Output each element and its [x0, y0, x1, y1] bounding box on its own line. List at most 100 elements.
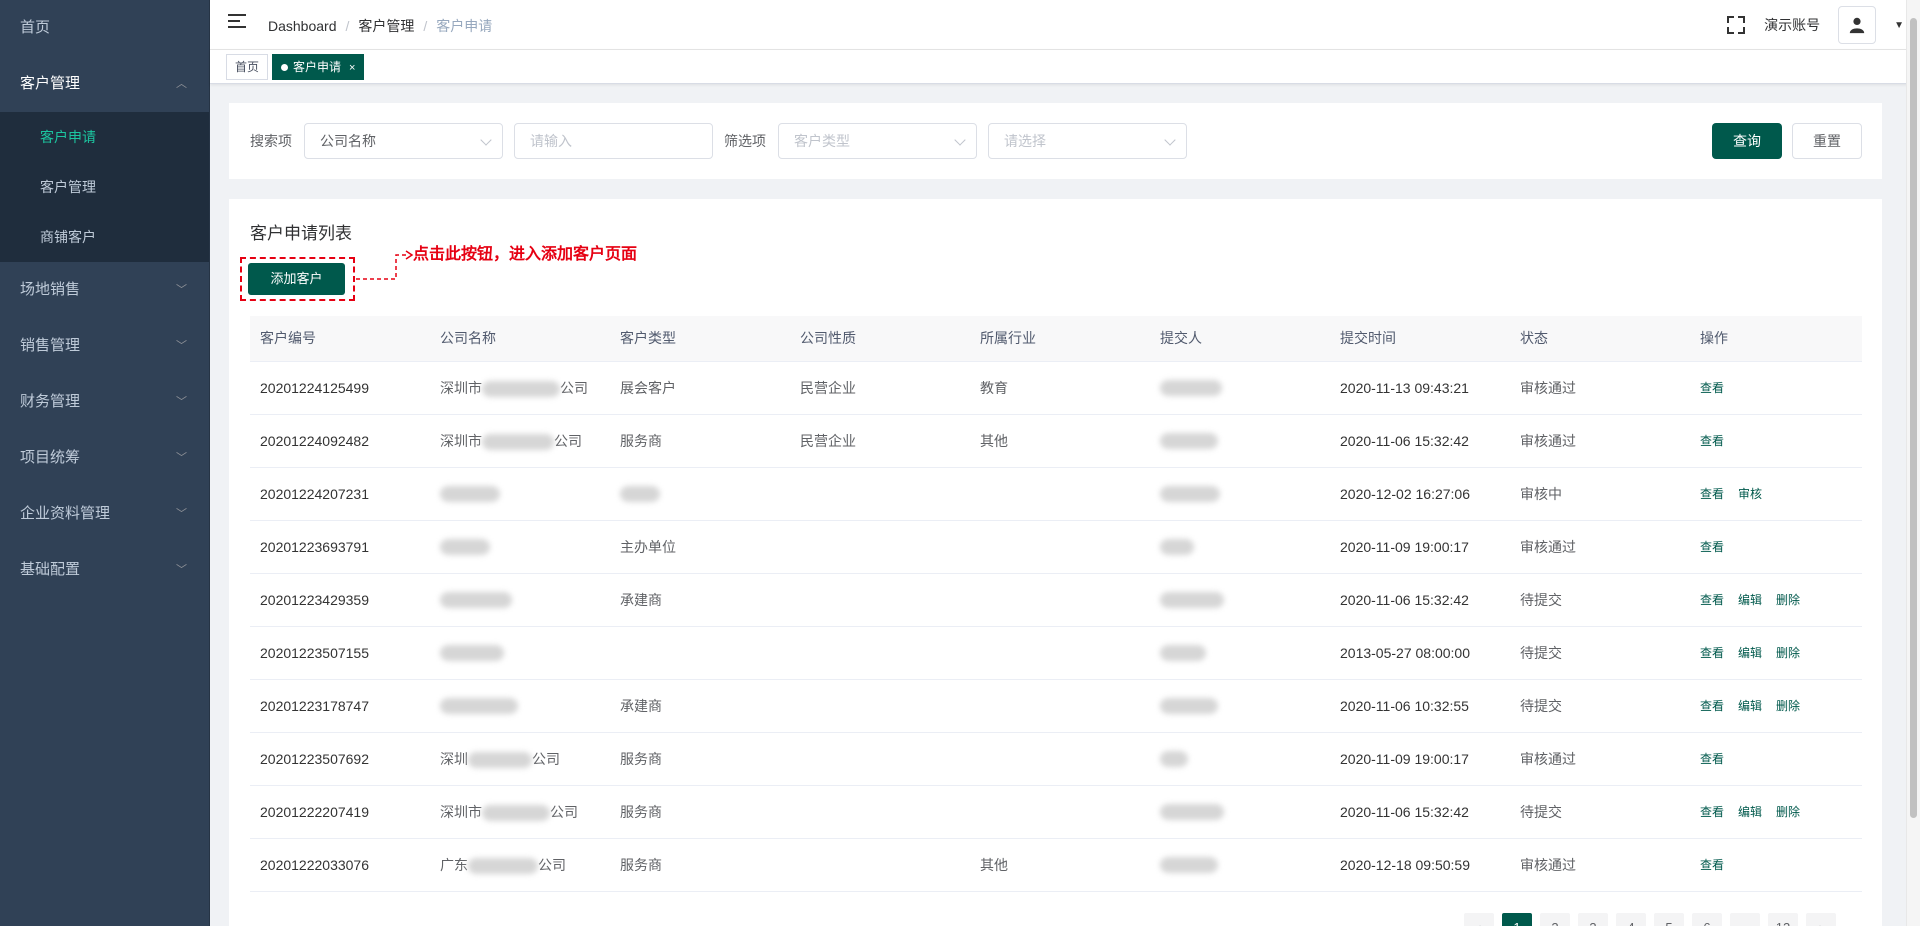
view-link[interactable]: 查看 [1700, 593, 1724, 607]
search-field-select[interactable]: 公司名称 [304, 123, 503, 159]
page-number[interactable]: 4 [1616, 913, 1646, 926]
customer-type-select[interactable]: 客户类型 [778, 123, 977, 159]
company-name-cell: 深圳市 公司 [430, 785, 610, 839]
company-name-suffix: 公司 [550, 803, 578, 820]
add-customer-button[interactable]: 添加客户 [248, 263, 345, 295]
delete-link[interactable]: 删除 [1776, 699, 1800, 713]
page-number[interactable]: 6 [1692, 913, 1722, 926]
delete-link[interactable]: 删除 [1776, 805, 1800, 819]
status-cell: 待提交 [1510, 679, 1690, 733]
redacted-blur [440, 698, 518, 715]
column-header: 公司名称 [430, 316, 610, 362]
prev-page-button[interactable]: ‹ [1464, 913, 1494, 926]
redacted-blur [1160, 698, 1218, 715]
industry-cell [970, 626, 1150, 680]
menu-item-home[interactable]: 首页 [0, 0, 209, 56]
table-row: 20201224125499 深圳市 公司 展会客户 民营企业 教育 2020-11-13 … [250, 361, 1862, 415]
company-nature-cell [790, 520, 970, 574]
reset-button[interactable]: 重置 [1792, 123, 1862, 159]
close-icon[interactable]: × [349, 62, 355, 74]
pagination: ‹123456…12› [1464, 913, 1836, 926]
redacted-blur [482, 433, 554, 450]
tag-label: 客户申请 [293, 60, 342, 74]
page-number[interactable]: 2 [1540, 913, 1570, 926]
customer-id-cell: 20201223693791 [250, 520, 430, 574]
select-value: 公司名称 [320, 133, 376, 149]
menu-item-project-coord[interactable]: 项目统筹 ﹀ [0, 430, 209, 486]
caret-down-icon[interactable]: ▼ [1894, 20, 1904, 31]
redacted-blur [440, 539, 490, 556]
breadcrumb-item-dashboard[interactable]: Dashboard [268, 18, 337, 34]
customer-table: 客户编号 公司名称 客户类型 公司性质 所属行业 提交人 提交时间 状态 操作 20201224… [250, 316, 1862, 892]
query-button[interactable]: 查询 [1712, 123, 1782, 159]
actions-cell: 查看 [1690, 838, 1862, 892]
company-name-cell [430, 520, 610, 574]
page-number[interactable]: 5 [1654, 913, 1684, 926]
select-placeholder: 请选择 [1004, 133, 1046, 149]
sidebar: 首页 客户管理 ︿ 客户申请 客户管理 商铺客户 场地销售 ﹀ 销售管理 ﹀ 财… [0, 0, 210, 926]
menu-item-company-docs[interactable]: 企业资料管理 ﹀ [0, 486, 209, 542]
edit-link[interactable]: 编辑 [1738, 646, 1762, 660]
table-header-row: 客户编号 公司名称 客户类型 公司性质 所属行业 提交人 提交时间 状态 操作 [250, 316, 1862, 362]
menu-item-base-config[interactable]: 基础配置 ﹀ [0, 542, 209, 598]
menu-item-venue-sales[interactable]: 场地销售 ﹀ [0, 262, 209, 318]
review-link[interactable]: 审核 [1738, 487, 1762, 501]
tag-customer-apply[interactable]: 客户申请 × [272, 54, 365, 80]
view-link[interactable]: 查看 [1700, 699, 1724, 713]
redacted-blur [440, 645, 504, 662]
redacted-blur [1160, 804, 1224, 821]
list-title: 客户申请列表 [250, 224, 352, 243]
edit-link[interactable]: 编辑 [1738, 699, 1762, 713]
view-link[interactable]: 查看 [1700, 434, 1724, 448]
column-header: 所属行业 [970, 316, 1150, 362]
page-number[interactable]: 12 [1768, 913, 1798, 926]
scrollbar-thumb[interactable] [1910, 18, 1917, 818]
chevron-up-icon: ︿ [176, 78, 187, 90]
customer-id-cell: 20201223178747 [250, 679, 430, 733]
menu-item-sales-mgmt[interactable]: 销售管理 ﹀ [0, 318, 209, 374]
hamburger-icon[interactable] [228, 14, 246, 32]
redacted-blur [482, 380, 560, 397]
view-link[interactable]: 查看 [1700, 805, 1724, 819]
fullscreen-icon[interactable] [1726, 15, 1746, 35]
submenu-item-customer-apply[interactable]: 客户申请 [0, 112, 209, 162]
redacted-blur [1160, 486, 1220, 503]
filter-value-select[interactable]: 请选择 [988, 123, 1187, 159]
page-number[interactable]: 3 [1578, 913, 1608, 926]
edit-link[interactable]: 编辑 [1738, 593, 1762, 607]
view-link[interactable]: 查看 [1700, 752, 1724, 766]
industry-cell: 教育 [970, 361, 1150, 415]
company-name-suffix: 公司 [538, 856, 566, 873]
search-input[interactable]: 请输入 [514, 123, 713, 159]
page-number[interactable]: … [1730, 913, 1760, 926]
tag-home[interactable]: 首页 [226, 54, 269, 80]
delete-link[interactable]: 删除 [1776, 646, 1800, 660]
company-nature-cell [790, 467, 970, 521]
company-nature-cell [790, 732, 970, 786]
avatar[interactable] [1838, 6, 1877, 44]
actions-cell: 查看 [1690, 520, 1862, 574]
menu-item-finance-mgmt[interactable]: 财务管理 ﹀ [0, 374, 209, 430]
submit-time-cell: 2020-11-06 15:32:42 [1330, 414, 1510, 468]
breadcrumb: Dashboard / 客户管理 / 客户申请 [268, 18, 493, 34]
menu-item-customer-mgmt[interactable]: 客户管理 ︿ [0, 56, 209, 112]
customer-type-cell: 主办单位 [610, 520, 790, 574]
view-link[interactable]: 查看 [1700, 381, 1724, 395]
submenu-item-customer-mgmt[interactable]: 客户管理 [0, 162, 209, 212]
view-link[interactable]: 查看 [1700, 646, 1724, 660]
customer-list-panel: 客户申请列表 添加客户 点击此按钮，进入添加客户页面 客户编号 公司名称 客户类型公… [229, 199, 1882, 926]
edit-link[interactable]: 编辑 [1738, 805, 1762, 819]
chevron-down-icon [954, 134, 966, 146]
view-link[interactable]: 查看 [1700, 858, 1724, 872]
delete-link[interactable]: 删除 [1776, 593, 1800, 607]
view-link[interactable]: 查看 [1700, 487, 1724, 501]
next-page-button[interactable]: › [1806, 913, 1836, 926]
submit-time-cell: 2020-11-09 19:00:17 [1330, 520, 1510, 574]
company-name-cell: 广东 公司 [430, 838, 610, 892]
industry-cell [970, 467, 1150, 521]
submenu-item-shop-customer[interactable]: 商铺客户 [0, 212, 209, 262]
view-link[interactable]: 查看 [1700, 540, 1724, 554]
page-number[interactable]: 1 [1502, 913, 1532, 926]
vertical-scrollbar[interactable] [1906, 0, 1920, 926]
breadcrumb-item-customer-mgmt[interactable]: 客户管理 [358, 18, 414, 34]
